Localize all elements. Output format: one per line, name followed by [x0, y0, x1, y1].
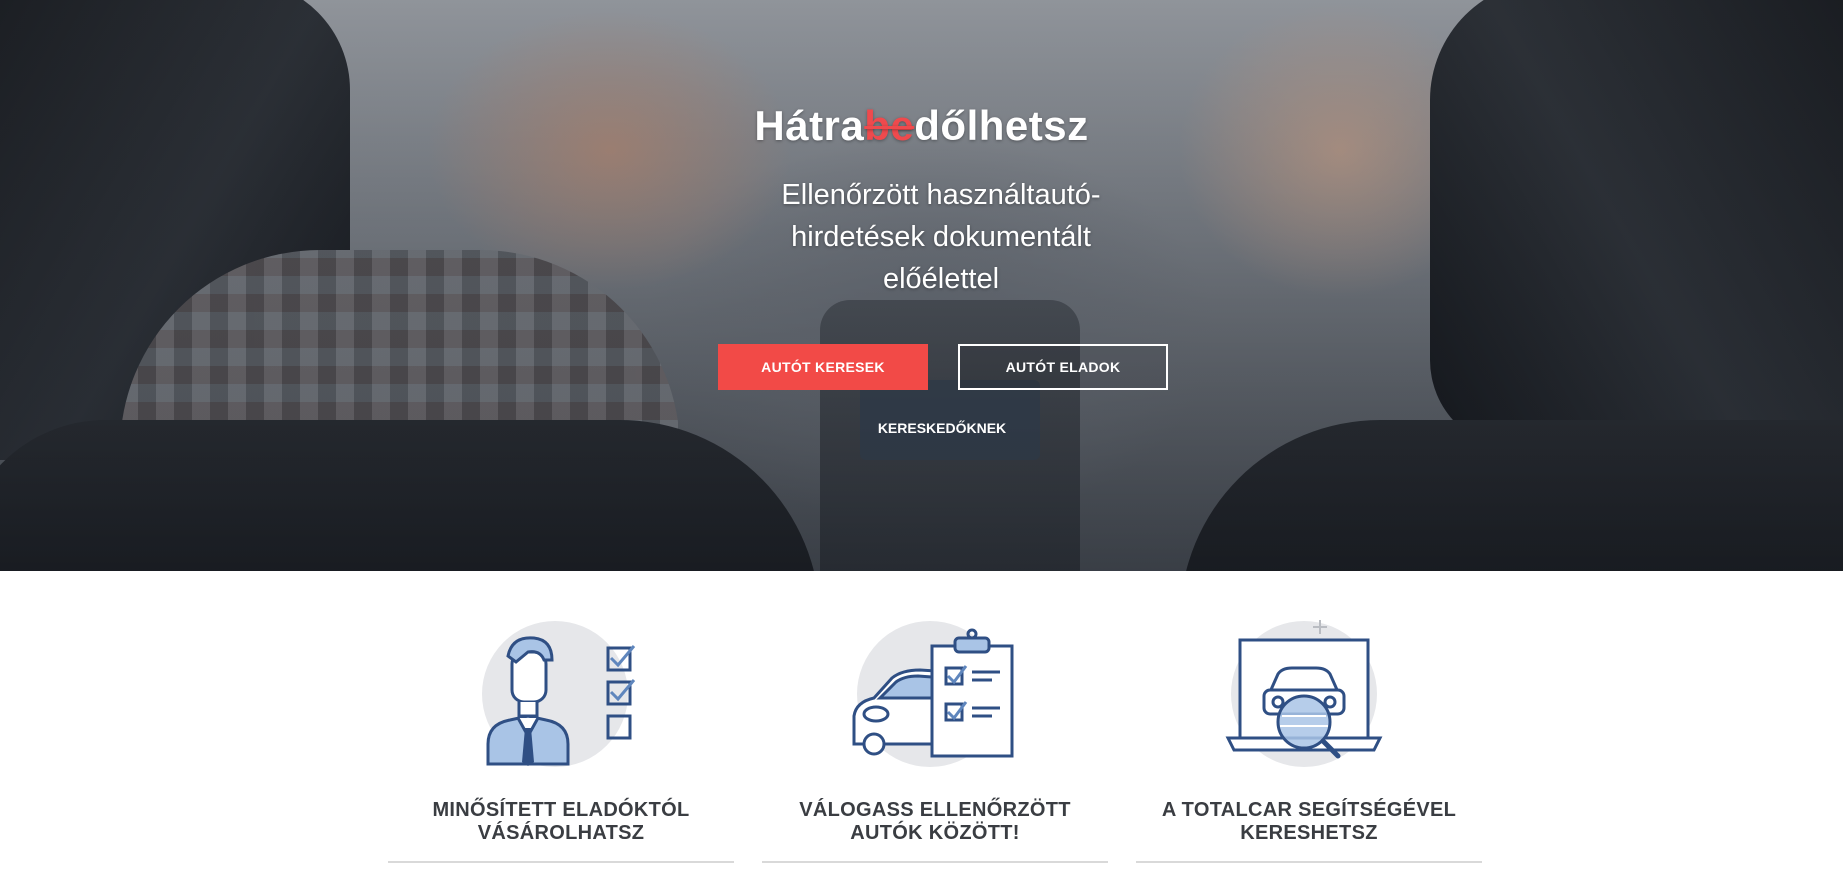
hero-subtitle: Ellenőrzött használtautó-hirdetések doku… [781, 179, 1101, 295]
certified-seller-icon [482, 621, 636, 767]
feature-title: A TOTALCAR SEGÍTSÉGÉVEL KERESHETSZ [1161, 799, 1457, 844]
dealers-link[interactable]: KERESKEDŐKNEK [842, 420, 1042, 436]
feature-title: VÁLOGASS ELLENŐRZÖTT AUTÓK KÖZÖTT! [799, 799, 1071, 844]
sell-car-button[interactable]: AUTÓT ELADOK [958, 344, 1168, 390]
feature-title: MINŐSÍTETT ELADÓKTÓL VÁSÁROLHATSZ [432, 799, 690, 844]
feature-divider [762, 861, 1108, 863]
hero-title: Hátrabedőlhetsz [0, 102, 1843, 150]
feature-certified-sellers: MINŐSÍTETT ELADÓKTÓL VÁSÁROLHATSZ [388, 616, 734, 863]
feature-divider [1136, 861, 1482, 863]
feature-totalcar-search: A TOTALCAR SEGÍTSÉGÉVEL KERESHETSZ [1136, 616, 1482, 863]
car-checklist-icon [852, 621, 1014, 767]
hero-title-part2: dőlhetsz [914, 102, 1089, 149]
feature-verified-cars: VÁLOGASS ELLENŐRZÖTT AUTÓK KÖZÖTT! [762, 616, 1108, 863]
hero-title-strike: be [864, 102, 915, 149]
feature-divider [388, 861, 734, 863]
search-car-button[interactable]: AUTÓT KERESEK [718, 344, 928, 390]
laptop-search-car-icon [1225, 620, 1383, 767]
hero-banner: Hátrabedőlhetsz Ellenőrzött használtautó… [0, 0, 1843, 571]
hero-title-part1: Hátra [754, 102, 865, 149]
